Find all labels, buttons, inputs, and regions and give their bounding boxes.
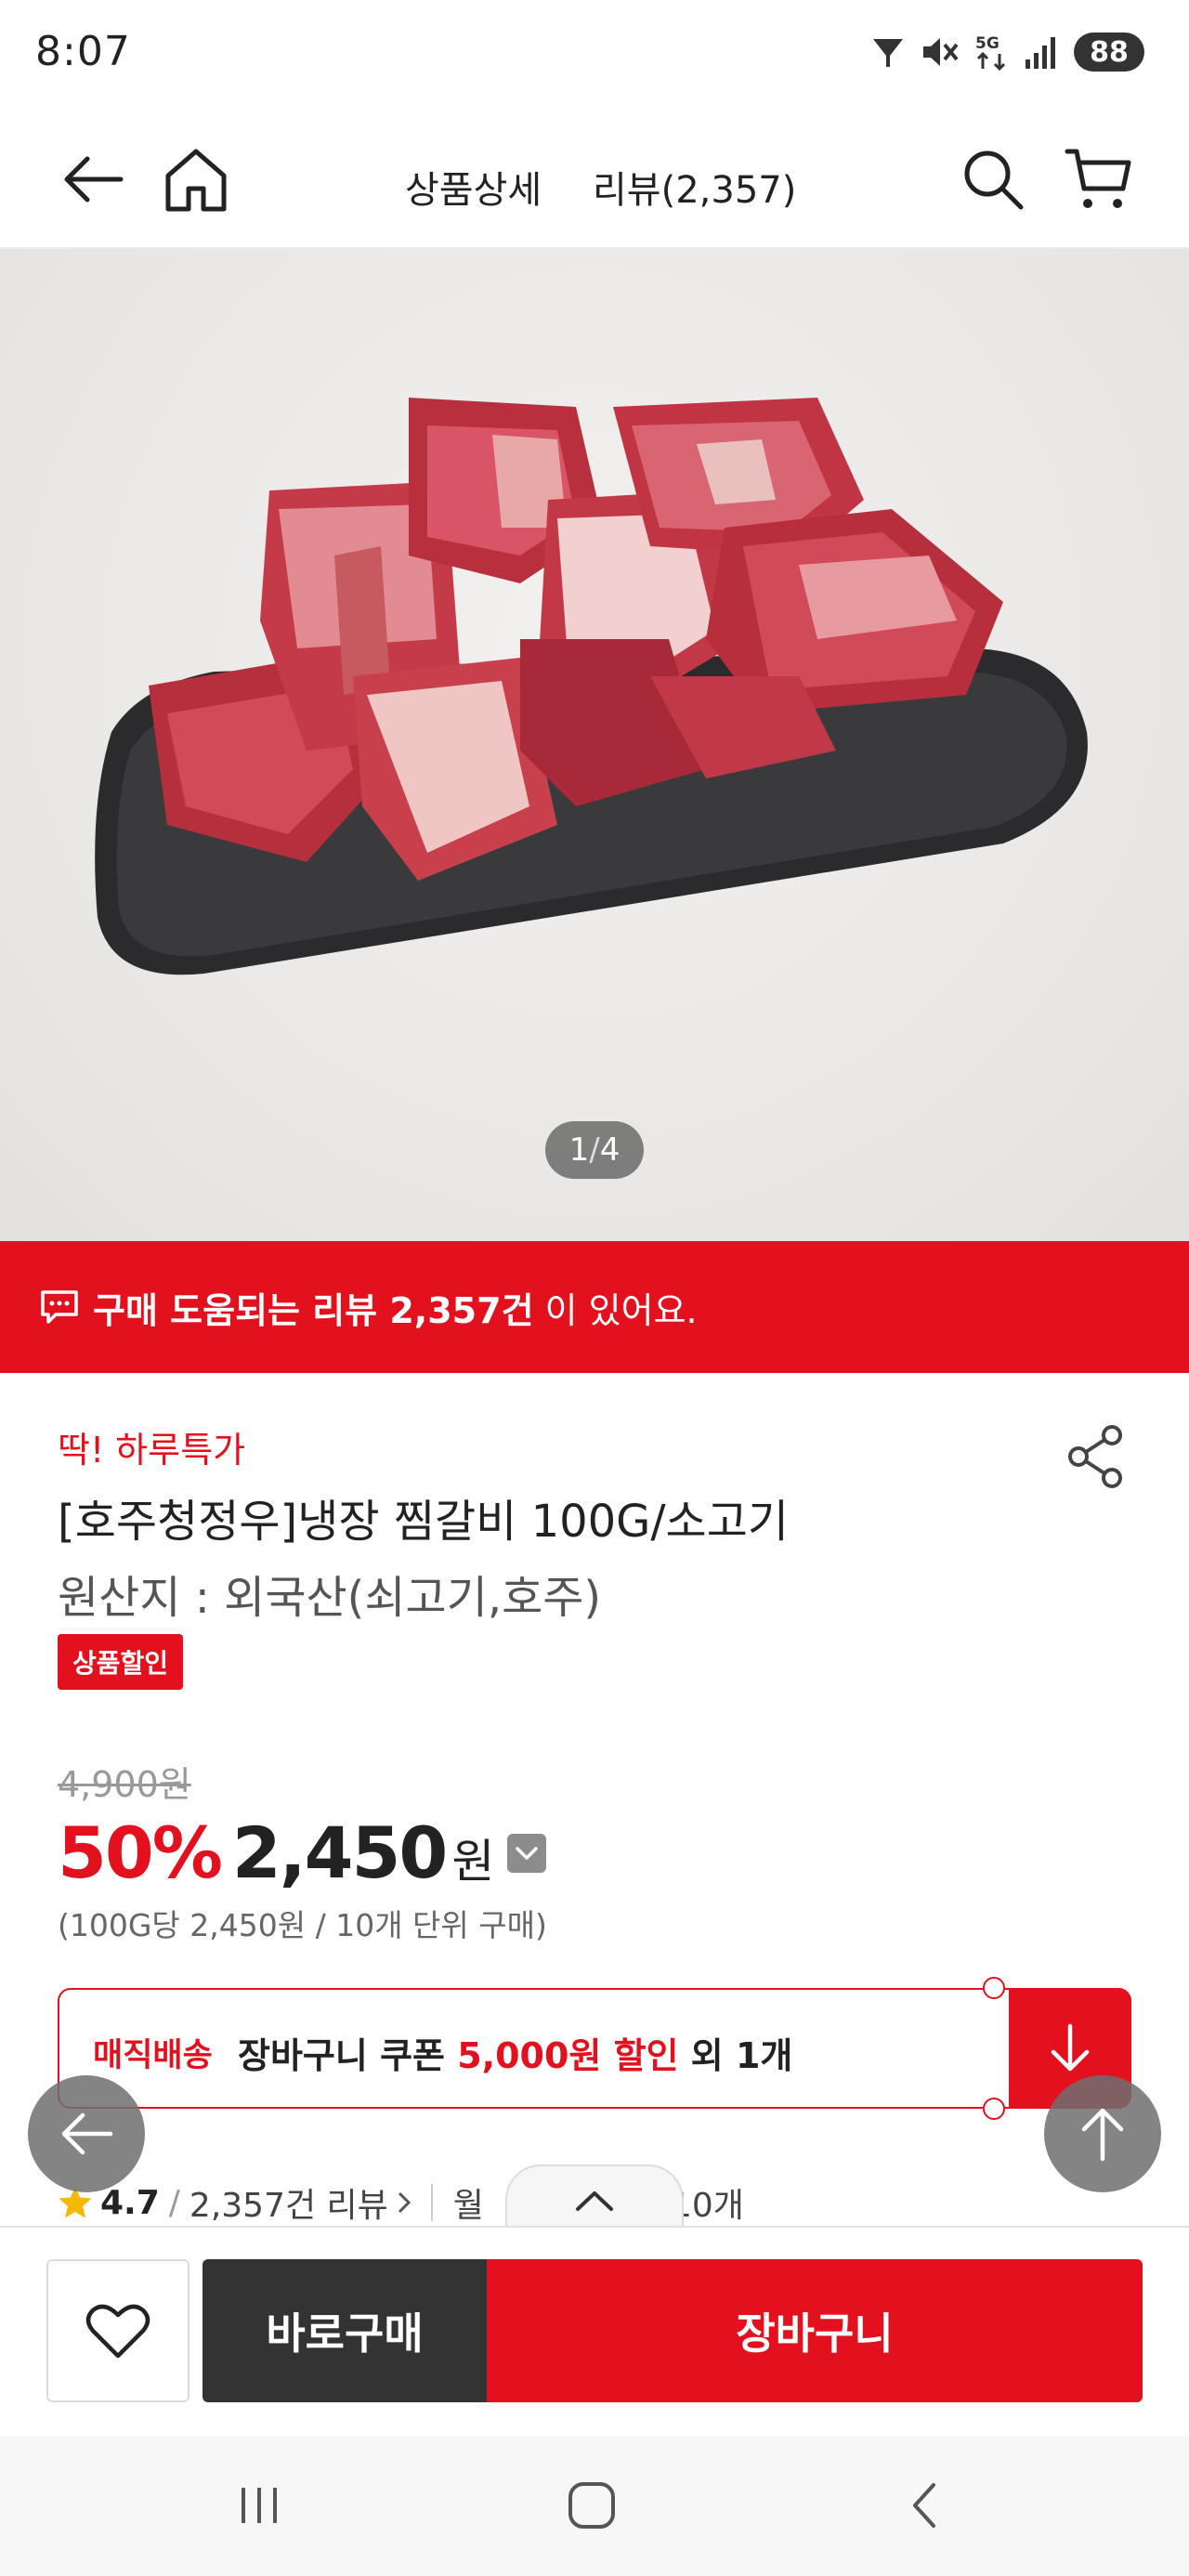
chevron-down-icon xyxy=(516,1846,539,1860)
top-nav-bar: 상품상세 리뷰(2,357) xyxy=(0,111,1189,249)
status-bar: 8:07 5G 88 xyxy=(0,0,1189,111)
discount-rate: 50% xyxy=(58,1811,223,1894)
cart-icon xyxy=(1065,149,1131,208)
meat-on-slate-image xyxy=(95,398,1088,975)
status-time: 8:07 xyxy=(35,28,131,75)
home-icon xyxy=(165,149,227,212)
buy-now-button[interactable]: 바로구매 xyxy=(203,2259,487,2402)
counter-total: 4 xyxy=(599,1131,621,1169)
review-banner[interactable]: 구매 도움되는 리뷰 2,357건 이 있어요. xyxy=(0,1241,1189,1373)
search-button[interactable] xyxy=(951,137,1035,221)
coupon-text-suffix: 외 1개 xyxy=(678,2035,793,2076)
share-button[interactable] xyxy=(1059,1419,1133,1494)
share-icon xyxy=(1068,1425,1122,1488)
tab-review[interactable]: 리뷰(2,357) xyxy=(593,160,796,214)
mute-icon xyxy=(923,38,959,66)
collapse-toggle[interactable] xyxy=(505,2164,684,2235)
price-unit: 원 xyxy=(451,1835,495,1889)
signal-icon xyxy=(1026,37,1055,69)
special-deal-tag: 딱! 하루특가 xyxy=(58,1430,246,1471)
status-icons: 5G 88 xyxy=(869,32,1144,72)
coupon-text-prefix: 장바구니 쿠폰 xyxy=(238,2035,458,2076)
price-note: (100G당 2,450원 / 10개 단위 구매) xyxy=(58,1907,547,1943)
chevron-left-icon xyxy=(913,2483,935,2528)
chat-bubble-icon xyxy=(41,1290,78,1324)
review-banner-strong: 구매 도움되는 리뷰 2,357건 xyxy=(93,1289,534,1331)
coupon-notch-top xyxy=(983,1977,1005,1999)
chevron-up-icon xyxy=(576,2191,613,2211)
counter-current: 1 xyxy=(568,1131,590,1169)
review-banner-rest: 이 있어요. xyxy=(533,1289,698,1331)
add-to-cart-button[interactable]: 장바구니 xyxy=(487,2259,1143,2402)
home-system-button[interactable] xyxy=(550,2473,634,2538)
up-arrow-icon xyxy=(1081,2108,1124,2162)
rating-row[interactable]: 4.7 / 2,357건 리뷰 월 xyxy=(58,2177,484,2228)
back-system-button[interactable] xyxy=(882,2473,966,2538)
svg-text:5G: 5G xyxy=(975,34,1000,53)
price-row: 50% 2,450 원 xyxy=(58,1811,547,1894)
original-price: 4,900원 xyxy=(58,1764,191,1805)
image-page-counter: 1/4 xyxy=(545,1121,644,1179)
coupon-notch-bottom xyxy=(983,2098,1005,2120)
chevron-right-icon xyxy=(398,2191,411,2214)
rating-separator: / xyxy=(168,2183,180,2222)
monthly-label: 월 xyxy=(452,2187,484,2225)
tab-product-detail[interactable]: 상품상세 xyxy=(405,160,542,214)
counter-separator: / xyxy=(589,1131,600,1169)
recent-apps-icon xyxy=(242,2488,277,2523)
coupon-label: 매직배송 xyxy=(93,2037,213,2074)
coupon-text-highlight: 5,000원 할인 xyxy=(457,2035,679,2076)
product-title: [호주청정우]냉장 찜갈비 100G/소고기 xyxy=(58,1496,790,1548)
scroll-to-top-button[interactable] xyxy=(1044,2075,1161,2192)
rating-divider xyxy=(430,2184,433,2221)
download-arrow-icon xyxy=(1051,2023,1090,2072)
coupon-text: 장바구니 쿠폰 5,000원 할인 외 1개 xyxy=(238,2027,792,2078)
heart-icon xyxy=(85,2304,150,2359)
wifi-icon xyxy=(873,39,903,67)
5g-icon: 5G xyxy=(975,34,1006,72)
search-icon xyxy=(964,150,1024,210)
product-image[interactable] xyxy=(0,249,1189,1241)
wishlist-button[interactable] xyxy=(46,2259,189,2402)
battery-icon: 88 xyxy=(1074,33,1144,72)
home-square-icon xyxy=(568,2482,615,2529)
recent-apps-button[interactable] xyxy=(217,2473,301,2538)
home-button[interactable] xyxy=(154,137,238,221)
system-navigation-bar xyxy=(0,2436,1189,2576)
back-button[interactable] xyxy=(50,137,134,221)
sale-price: 2,450 xyxy=(231,1811,448,1894)
bottom-action-bar: 바로구매 장바구니 xyxy=(0,2226,1189,2436)
product-origin: 원산지 : 외국산(쇠고기,호주) xyxy=(58,1572,602,1624)
discount-badge: 상품할인 xyxy=(58,1634,184,1690)
review-count-link[interactable]: 2,357건 리뷰 xyxy=(189,2178,388,2227)
price-detail-toggle[interactable] xyxy=(507,1833,547,1873)
rating-score: 4.7 xyxy=(100,2183,160,2222)
left-arrow-icon xyxy=(61,2112,113,2155)
cart-button[interactable] xyxy=(1057,137,1141,221)
floating-back-button[interactable] xyxy=(28,2075,145,2192)
coupon-banner[interactable]: 매직배송 장바구니 쿠폰 5,000원 할인 외 1개 xyxy=(58,1977,1131,2120)
back-arrow-icon xyxy=(64,156,124,203)
